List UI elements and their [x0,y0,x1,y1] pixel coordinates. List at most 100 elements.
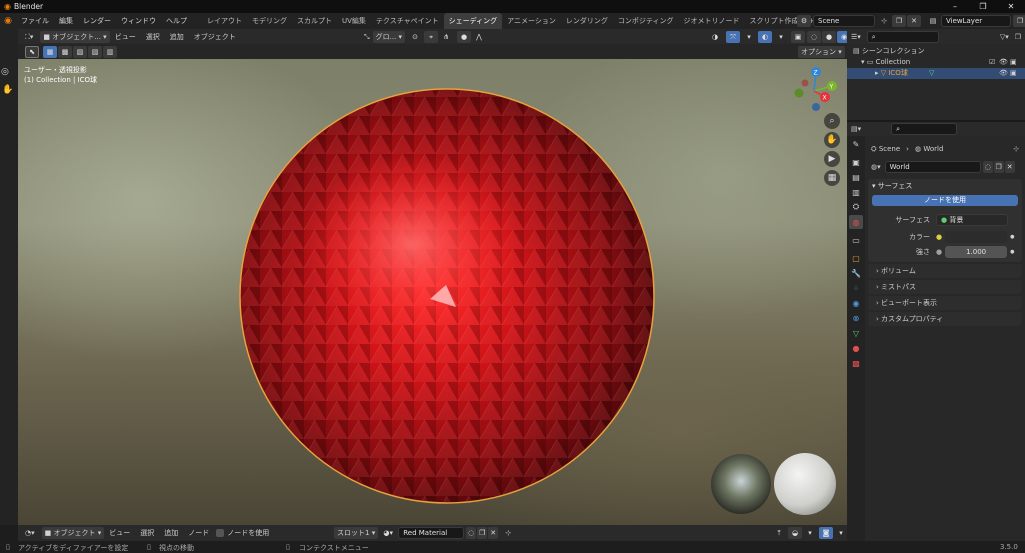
select-extend-icon[interactable]: ▩ [58,45,72,58]
tab-sculpt[interactable]: スカルプト [292,13,337,29]
shading-wireframe-icon[interactable]: ◌ [807,31,821,43]
world-tab-icon[interactable]: ◍ [849,215,863,229]
transform-orientation-dropdown[interactable]: グロ... ▾ [372,31,406,43]
pin-icon[interactable]: ⊹ [1013,145,1019,153]
view-layer-tab-icon[interactable]: ▥ [849,185,863,199]
shader-menu-view[interactable]: ビュー [104,525,135,541]
collection-camera-icon[interactable]: ▣ [1010,57,1017,68]
scene-selector-icon[interactable]: ⚙ [797,15,811,27]
gizmo-toggle-icon[interactable]: ⤧ [726,31,740,43]
options-dropdown[interactable]: オプション ▾ [798,46,845,58]
select-invert-icon[interactable]: ▧ [88,45,102,58]
pivot-icon[interactable]: ⊙ [408,31,422,43]
zoom-icon[interactable]: ⌕ [824,113,840,129]
proportional-edit-icon[interactable]: ● [457,31,472,43]
shader-menu-node[interactable]: ノード [183,525,214,541]
grid-perspective-icon[interactable]: ▦ [824,170,840,186]
modifier-tab-icon[interactable]: 🔧 [849,266,863,280]
new-collection-icon[interactable]: ❐ [1015,33,1021,41]
hand-icon[interactable]: ✋ [2,85,13,95]
new-view-layer-icon[interactable]: ❐ [1013,15,1025,27]
color-swatch[interactable] [945,231,1008,243]
scene-name-field[interactable]: Scene [813,15,875,27]
panel-custom-properties[interactable]: › カスタムプロパティ [868,312,1022,326]
select-intersect-icon[interactable]: ▥ [103,45,117,58]
scene-tab-icon[interactable]: ⛭ [849,200,863,214]
strength-field[interactable]: 1.000 [945,246,1008,258]
maximize-button[interactable]: ❐ [969,0,997,13]
mesh-data-icon[interactable]: ▽ [929,68,934,79]
outliner-row-collection[interactable]: ▾ ▭ Collection ☑ 👁 ▣ [847,57,1025,68]
outliner-editor-icon[interactable]: ☰▾ [851,33,861,41]
surface-shader-field[interactable]: ● 背景 [936,214,1008,226]
select-subtract-icon[interactable]: ▨ [73,45,87,58]
blender-menu-icon[interactable]: ◉ [0,16,16,26]
viewport-menu-add[interactable]: 追加 [165,29,189,45]
snap-icon[interactable]: ⌖ [424,31,439,43]
tab-uv-editing[interactable]: UV編集 [337,13,371,29]
shading-solid-icon[interactable]: ● [822,31,836,43]
menu-help[interactable]: ヘルプ [161,13,192,29]
physics-tab-icon[interactable]: ◉ [849,296,863,310]
snap-node-icon[interactable]: ⤒ [772,527,786,539]
unlink-world-icon[interactable]: ✕ [1004,161,1015,173]
ico-sphere-camera-icon[interactable]: ▣ [1010,68,1017,79]
select-tool-icon[interactable]: ⬉ [25,45,39,58]
menu-edit[interactable]: 編集 [54,13,78,29]
minimize-button[interactable]: – [941,0,969,13]
view-layer-field[interactable]: ViewLayer [941,15,1011,27]
viewport-menu-select[interactable]: 選択 [141,29,165,45]
pin-icon[interactable]: ⊹ [501,527,515,539]
cursor-icon[interactable]: ◎ [1,67,9,77]
panel-mist-pass[interactable]: › ミストパス [868,280,1022,294]
menu-window[interactable]: ウィンドウ [116,13,161,29]
mode-selector[interactable]: ■ オブジェクト... ▾ [40,30,110,43]
keyframe-dot-icon[interactable]: ● [1010,249,1014,255]
panel-viewport-display[interactable]: › ビューポート表示 [868,296,1022,310]
particles-tab-icon[interactable]: ⁘ [849,281,863,295]
use-nodes-checkbox[interactable]: ノードを使用 [216,528,269,538]
use-nodes-button[interactable]: ノードを使用 [872,195,1018,206]
tab-animation[interactable]: アニメーション [502,13,561,29]
backdrop-dropdown-icon[interactable]: ▾ [834,527,848,539]
viewport-menu-object[interactable]: オブジェクト [189,29,241,45]
tab-modeling[interactable]: モデリング [247,13,292,29]
xray-icon[interactable]: ▣ [791,31,805,43]
shader-menu-select[interactable]: 選択 [135,525,159,541]
tab-layout[interactable]: レイアウト [202,13,247,29]
collection-eye-icon[interactable]: 👁 [999,57,1008,68]
data-tab-icon[interactable]: ▽ [849,326,863,340]
backdrop-icon[interactable]: ◙ [819,527,833,539]
material-browse-icon[interactable]: ◕▾ [381,527,395,539]
overlay-dropdown-icon[interactable]: ▾ [774,31,788,43]
fake-user-icon[interactable]: ◌ [982,161,993,173]
visibility-icon[interactable]: ◑ [708,31,722,43]
tab-rendering[interactable]: レンダリング [561,13,613,29]
tool-tab-icon[interactable]: ✎ [849,137,863,151]
material-slot-dropdown[interactable]: スロット1 ▾ [334,527,379,539]
panel-volume[interactable]: › ボリューム [868,264,1022,278]
ico-sphere-render[interactable] [18,59,847,525]
menu-file[interactable]: ファイル [16,13,54,29]
render-tab-icon[interactable]: ▣ [849,155,863,169]
overlay-node-dropdown-icon[interactable]: ▾ [803,527,817,539]
delete-scene-icon[interactable]: ✕ [907,15,921,27]
world-name-field[interactable]: World [884,161,981,173]
new-scene-icon[interactable]: ❐ [892,15,906,27]
menu-render[interactable]: レンダー [78,13,116,29]
tab-scripting[interactable]: スクリプト作成 [745,13,804,29]
tab-shading[interactable]: シェーディング [443,13,503,29]
transform-orientation-icon[interactable]: ⤡ [361,31,373,43]
falloff-icon[interactable]: ⋀ [472,31,486,43]
filter-icon[interactable]: ▽▾ [1000,33,1009,41]
viewport-menu-view[interactable]: ビュー [110,29,141,45]
material-duplicate-icon[interactable]: ❐ [477,527,488,539]
collection-tab-icon[interactable]: ▭ [849,233,863,247]
outliner-row-ico-sphere[interactable]: ▸ ▽ ICO球 ▽ 👁 ▣ [847,68,1025,79]
close-button[interactable]: ✕ [997,0,1025,13]
pin-icon[interactable]: ⊹ [877,15,891,27]
camera-icon[interactable]: ▶ [824,151,840,167]
keyframe-dot-icon[interactable]: ● [1010,234,1014,240]
material-name-field[interactable]: Red Material [398,527,465,539]
duplicate-world-icon[interactable]: ❐ [993,161,1004,173]
